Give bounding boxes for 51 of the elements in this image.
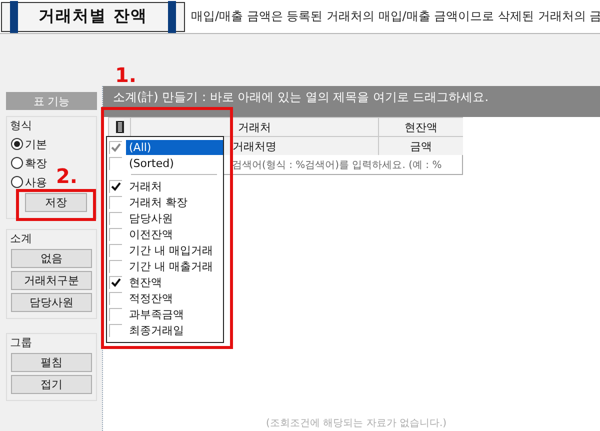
subtotal-button[interactable]: 거래처구분	[11, 271, 92, 290]
radio-label: 확장	[25, 156, 47, 170]
checkbox[interactable]	[109, 308, 122, 320]
group-button[interactable]: 펼침	[11, 353, 92, 372]
menu-item[interactable]: 기간 내 매출거래	[126, 258, 223, 274]
group-button[interactable]: 접기	[11, 375, 92, 394]
header-cell: 거래처	[130, 117, 378, 136]
checkbox[interactable]	[109, 196, 122, 208]
checkbox[interactable]	[109, 292, 122, 304]
menu-item[interactable]: 거래처 확장	[126, 194, 223, 210]
group-hint: 소계(計) 만들기 : 바로 아래에 있는 열의 제목을 여기로 드래그하세요.	[113, 89, 489, 106]
menu-item[interactable]: 과부족금액	[126, 306, 223, 322]
panel-title: 표 기능	[6, 92, 97, 110]
header-cell: 현잔액	[378, 117, 463, 136]
menu-item[interactable]: 담당사원	[126, 210, 223, 226]
group-label: 그룹	[10, 335, 33, 350]
menu-item[interactable]: 이전잔액	[126, 226, 223, 242]
radio-button[interactable]	[11, 157, 23, 169]
menu-item[interactable]: 최종거래일	[126, 322, 223, 338]
checkbox[interactable]	[109, 140, 122, 154]
radio-button[interactable]	[11, 176, 23, 188]
subtotal-button[interactable]: 없음	[11, 249, 92, 268]
checkbox[interactable]	[109, 276, 122, 288]
radio-label: 기본	[25, 136, 47, 152]
checkbox[interactable]	[109, 180, 122, 192]
group-label: 소계	[10, 231, 33, 246]
radio-label: 사용	[25, 174, 47, 190]
checkbox[interactable]	[109, 324, 122, 336]
step-number: 1.	[115, 65, 137, 85]
checkbox[interactable]	[109, 244, 122, 256]
header-cell: 금액	[378, 136, 463, 155]
menu-item[interactable]: 거래처	[126, 178, 223, 194]
group-label: 형식	[10, 118, 33, 133]
menu-item[interactable]: 기간 내 매입거래	[126, 242, 223, 258]
checkbox[interactable]	[109, 260, 122, 272]
menu-icon[interactable]	[116, 121, 124, 133]
step-number: 2.	[56, 166, 78, 186]
checkbox[interactable]	[109, 156, 122, 170]
checkbox[interactable]	[109, 212, 122, 224]
menu-item[interactable]: (All)	[126, 140, 223, 154]
save-button[interactable]: 저장	[25, 193, 87, 212]
radio-button[interactable]	[11, 138, 23, 150]
page-title: 거래처별 잔액	[38, 6, 148, 27]
menu-item[interactable]: 현잔액	[126, 274, 223, 290]
empty-message: (조회조건에 해당되는 자료가 없습니다.)	[266, 417, 448, 430]
title-pillar	[10, 0, 18, 32]
menu-item[interactable]: 적정잔액	[126, 290, 223, 306]
title-pillar	[168, 0, 176, 32]
menu-item[interactable]: (Sorted)	[126, 156, 223, 170]
checkbox[interactable]	[109, 228, 122, 240]
subtotal-button[interactable]: 담당사원	[11, 293, 92, 312]
